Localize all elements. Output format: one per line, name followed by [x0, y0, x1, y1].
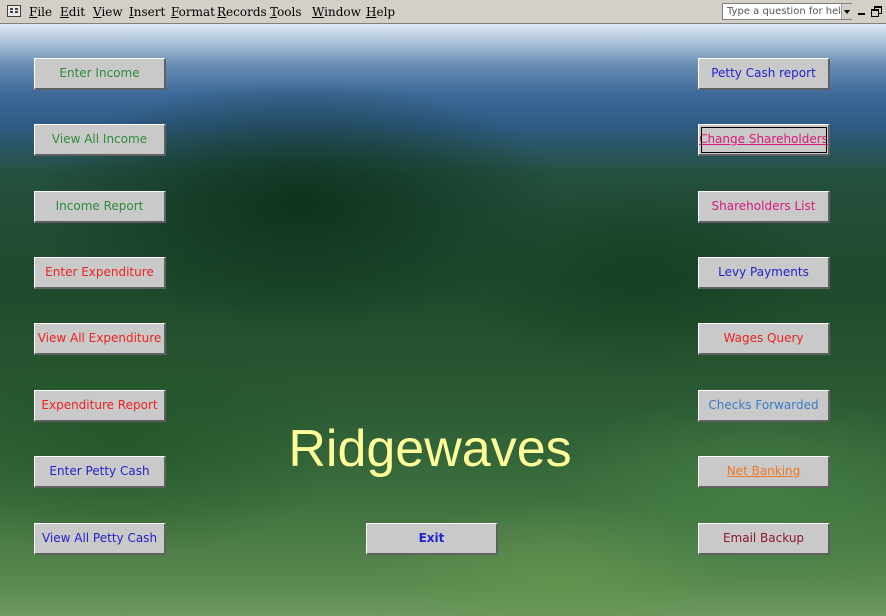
help-question-input[interactable]: Type a question for help	[722, 3, 852, 20]
menu-insert[interactable]: Insert	[129, 5, 165, 19]
change-shareholders-button[interactable]: Change Shareholders	[698, 124, 830, 156]
menu-format[interactable]: Format	[171, 5, 215, 19]
income-report-button[interactable]: Income Report	[34, 191, 166, 223]
chevron-down-icon[interactable]	[841, 4, 852, 19]
expenditure-report-button[interactable]: Expenditure Report	[34, 390, 166, 422]
form-title: Ridgewaves	[288, 420, 572, 478]
minimize-icon[interactable]	[855, 4, 869, 18]
exit-button[interactable]: Exit	[366, 523, 498, 555]
menu-window[interactable]: Window	[312, 5, 361, 19]
menu-file[interactable]: File	[29, 5, 52, 19]
menu-bar: File Edit View Insert Format Records Too…	[0, 0, 886, 24]
levy-payments-button[interactable]: Levy Payments	[698, 257, 830, 289]
wages-query-button[interactable]: Wages Query	[698, 323, 830, 355]
form-background: Ridgewaves Enter Income View All Income …	[0, 24, 886, 616]
view-all-expenditure-button[interactable]: View All Expenditure	[34, 323, 166, 355]
menu-tools[interactable]: Tools	[270, 5, 302, 19]
email-backup-button[interactable]: Email Backup	[698, 523, 830, 555]
menu-records[interactable]: Records	[217, 5, 267, 19]
menu-help[interactable]: Help	[366, 5, 395, 19]
menu-edit[interactable]: Edit	[60, 5, 85, 19]
enter-petty-cash-button[interactable]: Enter Petty Cash	[34, 456, 166, 488]
view-all-income-button[interactable]: View All Income	[34, 124, 166, 156]
checks-forwarded-button[interactable]: Checks Forwarded	[698, 390, 830, 422]
enter-expenditure-button[interactable]: Enter Expenditure	[34, 257, 166, 289]
shareholders-list-button[interactable]: Shareholders List	[698, 191, 830, 223]
net-banking-button[interactable]: Net Banking	[698, 456, 830, 488]
form-icon[interactable]	[7, 5, 21, 17]
menu-view[interactable]: View	[93, 5, 123, 19]
petty-cash-report-button[interactable]: Petty Cash report	[698, 58, 830, 90]
restore-icon[interactable]	[869, 4, 883, 18]
view-all-petty-cash-button[interactable]: View All Petty Cash	[34, 523, 166, 555]
enter-income-button[interactable]: Enter Income	[34, 58, 166, 90]
